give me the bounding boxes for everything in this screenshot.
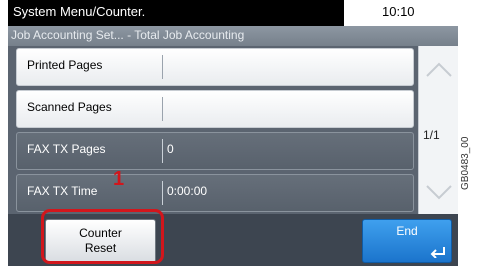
row-value: 0:00:00	[167, 184, 208, 198]
row-fax-tx-time[interactable]: FAX TX Time 0:00:00	[16, 174, 414, 212]
scroll-pane: 1/1	[418, 46, 458, 214]
row-value: 0	[167, 142, 174, 156]
end-button-label: End	[396, 224, 418, 238]
row-label: FAX TX Pages	[27, 142, 106, 156]
breadcrumb: Job Accounting Set... - Total Job Accoun…	[11, 28, 245, 42]
chevron-up-icon	[426, 62, 452, 77]
row-divider	[162, 181, 163, 205]
step-marker: 1	[113, 168, 125, 190]
device-screen: System Menu/Counter. 10:10 Job Accountin…	[8, 0, 458, 266]
row-printed-pages[interactable]: Printed Pages	[16, 48, 414, 86]
row-divider	[162, 139, 163, 163]
page-indicator: 1/1	[423, 128, 440, 142]
row-label: FAX TX Time	[27, 184, 98, 198]
row-scanned-pages[interactable]: Scanned Pages	[16, 90, 414, 128]
row-fax-tx-pages[interactable]: FAX TX Pages 0	[16, 132, 414, 170]
figure-code: GB0483_00	[460, 136, 471, 190]
highlight-box	[41, 209, 164, 264]
row-divider	[162, 55, 163, 79]
enter-icon	[430, 247, 445, 258]
chevron-down-icon	[426, 185, 452, 200]
breadcrumb-bar: Job Accounting Set... - Total Job Accoun…	[8, 26, 458, 46]
scroll-down-button[interactable]	[421, 170, 457, 210]
clock: 10:10	[382, 4, 415, 19]
row-label: Scanned Pages	[27, 100, 112, 114]
top-status-bar: System Menu/Counter. 10:10	[8, 0, 458, 26]
scroll-up-button[interactable]	[421, 50, 457, 90]
row-divider	[162, 97, 163, 121]
row-label: Printed Pages	[27, 58, 103, 72]
screen-title: System Menu/Counter.	[13, 4, 146, 19]
end-button[interactable]: End	[362, 219, 452, 263]
